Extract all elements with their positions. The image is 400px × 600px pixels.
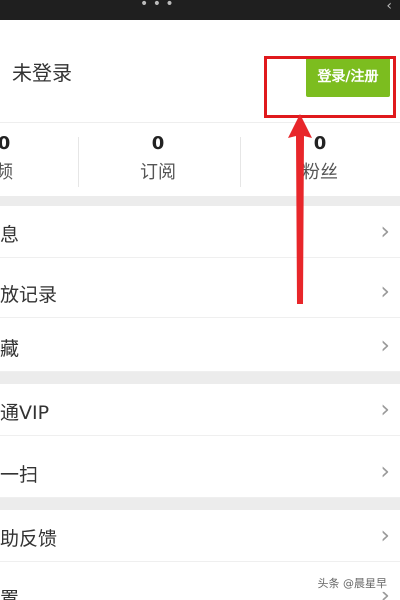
section-separator (0, 498, 400, 510)
section-separator (0, 372, 400, 384)
stat-videos[interactable]: 0 频 (0, 133, 20, 184)
title-bar-text: • • • (140, 0, 174, 12)
menu-item-favorites[interactable]: 藏 › (0, 320, 400, 372)
title-bar: • • • ‹ (0, 0, 400, 20)
menu-item-feedback[interactable]: 助反馈 › (0, 510, 400, 562)
menu-item-label: 通VIP (0, 402, 50, 424)
login-status-text: 未登录 (12, 61, 72, 85)
menu-item-label: 置 (0, 588, 20, 600)
profile-screen: • • • ‹ 未登录 登录/注册 0 频 0 订阅 0 粉丝 息 › 放记录 … (0, 0, 400, 600)
chevron-right-icon: › (380, 277, 390, 305)
menu-item-vip[interactable]: 通VIP › (0, 384, 400, 436)
menu-item-label: 一扫 (0, 464, 39, 486)
menu-item-label: 助反馈 (0, 528, 58, 550)
section-separator (0, 196, 400, 206)
stat-subscriptions-count: 0 (151, 133, 165, 154)
menu-item-messages[interactable]: 息 › (0, 206, 400, 258)
stat-subscriptions-label: 订阅 (140, 162, 176, 183)
chevron-right-icon: › (380, 395, 390, 423)
chevron-right-icon: › (380, 457, 390, 485)
stat-videos-count: 0 (0, 133, 11, 154)
chevron-right-icon: › (380, 217, 390, 245)
menu-item-history[interactable]: 放记录 › (0, 266, 400, 318)
menu-item-label: 息 (0, 224, 20, 246)
chevron-right-icon: › (380, 331, 390, 359)
stats-divider (78, 137, 79, 187)
watermark-text: 头条 @晨星早 (314, 574, 390, 592)
menu-item-label: 藏 (0, 338, 20, 360)
stats-row: 0 频 0 订阅 0 粉丝 (0, 122, 400, 196)
menu-item-label: 放记录 (0, 284, 58, 306)
chevron-right-icon: › (380, 521, 390, 549)
annotation-arrow-icon (288, 114, 312, 304)
stat-videos-label: 频 (0, 162, 13, 183)
menu-item-scan[interactable]: 一扫 › (0, 446, 400, 498)
search-icon[interactable]: ‹ (386, 0, 392, 14)
stat-subscriptions[interactable]: 0 订阅 (126, 133, 190, 184)
profile-header: 未登录 登录/注册 (0, 20, 400, 120)
stats-divider (240, 137, 241, 187)
